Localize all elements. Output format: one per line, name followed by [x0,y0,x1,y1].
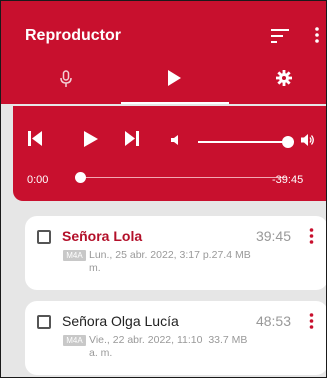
mic-icon [59,70,72,87]
volume-up-icon[interactable] [301,133,315,147]
recording-meta: Vie., 22 abr. 2022, 11:10 33.7 MB a. m. [89,334,289,360]
app-frame: Reproductor 0:00 -39:45 Señora Lola 39:4… [0,0,327,378]
recording-name: Señora Lola [62,228,143,244]
tab-record[interactable] [11,58,120,104]
gear-icon [275,70,292,86]
recording-duration: 48:53 [255,313,291,329]
play-button[interactable] [84,131,98,147]
recording-duration: 39:45 [255,228,291,244]
remaining-time: -39:45 [272,174,304,186]
skip-next-icon[interactable] [125,131,139,146]
volume-slider[interactable] [198,141,288,143]
current-time: 0:00 [27,174,49,186]
skip-previous-icon[interactable] [28,131,42,146]
recording-name: Señora Olga Lucía [62,313,179,329]
recording-size: 33.7 MB [208,334,248,346]
recording-date: Vie., 22 abr. 2022, 11:10 [89,334,203,346]
seek-bar-thumb[interactable] [75,172,86,183]
format-badge: M4A [63,335,86,346]
volume-slider-thumb[interactable] [282,136,294,148]
seek-bar[interactable] [86,177,286,178]
app-bar: Reproductor [1,1,326,58]
recording-date-cont: a. m. [89,347,113,359]
recording-size: 27.4 MB [211,249,251,261]
tab-indicator [121,102,229,104]
recording-date-cont: m. [89,262,101,274]
player-panel [13,106,326,201]
format-badge: M4A [63,250,86,261]
tab-settings[interactable] [229,58,326,104]
select-checkbox[interactable] [37,230,51,244]
tab-player[interactable] [119,58,228,104]
select-checkbox[interactable] [37,315,51,329]
recording-date: Lun., 25 abr. 2022, 3:17 p. [89,249,212,261]
recording-item[interactable]: Señora Lola 39:45 M4A Lun., 25 abr. 2022… [25,216,326,290]
play-icon [167,70,181,86]
more-vert-icon[interactable] [314,27,320,43]
volume-down-icon[interactable] [171,135,179,145]
recording-meta: Lun., 25 abr. 2022, 3:17 p.27.4 MB m. [89,249,289,275]
more-vert-icon[interactable] [309,313,314,329]
tab-bar [1,58,326,104]
sort-icon[interactable] [271,29,289,43]
more-vert-icon[interactable] [309,228,314,244]
recording-item[interactable]: Señora Olga Lucía 48:53 M4A Vie., 22 abr… [25,301,326,375]
app-title: Reproductor [25,27,121,44]
